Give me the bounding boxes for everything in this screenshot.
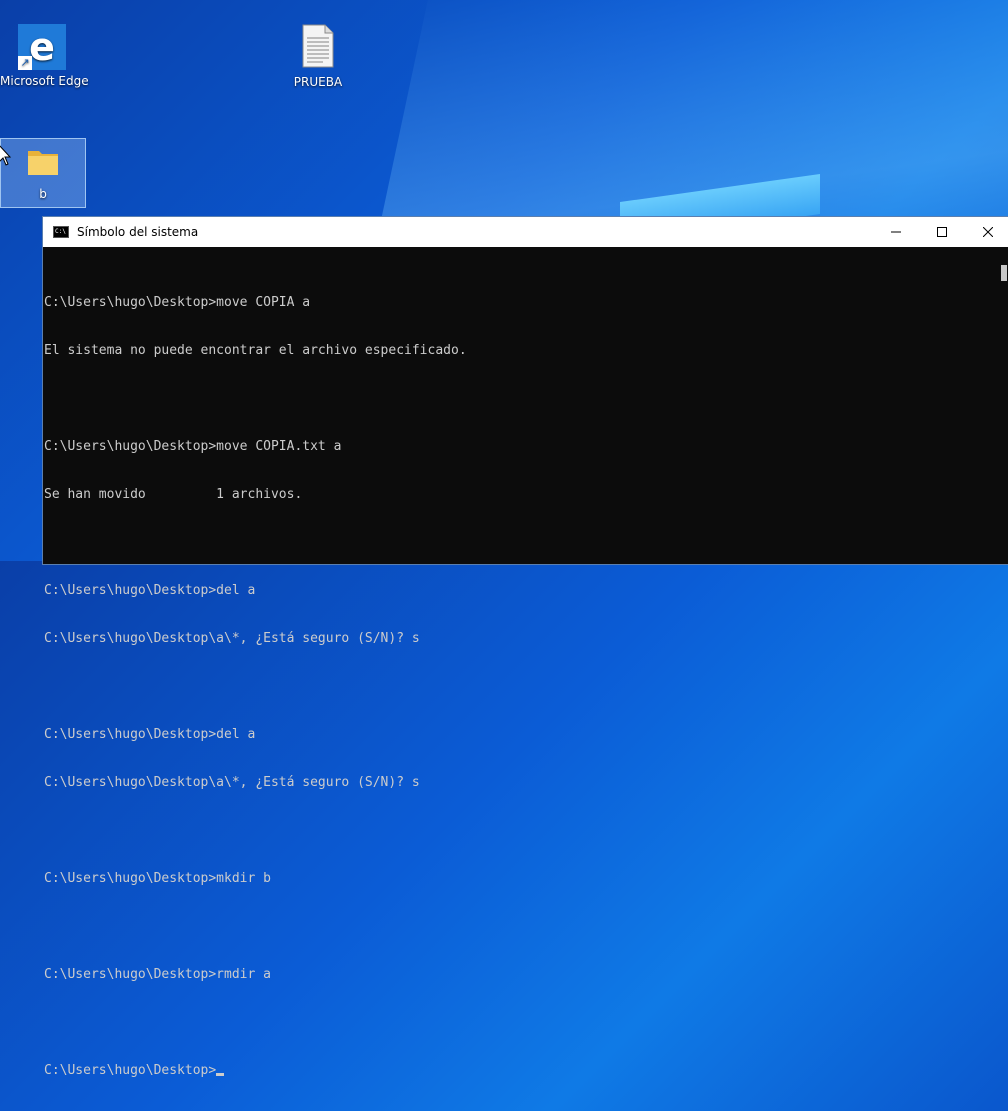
close-icon bbox=[983, 227, 993, 237]
console-output[interactable]: C:\Users\hugo\Desktop>move COPIA a El si… bbox=[43, 247, 1008, 1111]
desktop-icon-prueba[interactable]: PRUEBA bbox=[276, 24, 360, 89]
maximize-button[interactable] bbox=[919, 217, 965, 247]
console-line: Se han movido 1 archivos. bbox=[44, 487, 303, 502]
scrollbar-thumb[interactable] bbox=[1001, 265, 1007, 281]
minimize-button[interactable] bbox=[873, 217, 919, 247]
close-button[interactable] bbox=[965, 217, 1008, 247]
desktop-icon-label: b bbox=[39, 187, 47, 201]
console-line: C:\Users\hugo\Desktop\a\*, ¿Está seguro … bbox=[44, 775, 420, 790]
edge-icon: e ↗ bbox=[18, 24, 66, 70]
text-cursor bbox=[216, 1073, 225, 1076]
folder-icon bbox=[28, 151, 58, 175]
maximize-icon bbox=[937, 227, 947, 237]
mouse-pointer-icon bbox=[0, 145, 12, 166]
command-prompt-window[interactable]: Símbolo del sistema C:\Users\hugo\Deskto… bbox=[42, 216, 1008, 1078]
console-line: C:\Users\hugo\Desktop>move COPIA a bbox=[44, 295, 311, 310]
desktop-icon-edge[interactable]: e ↗ Microsoft Edge bbox=[0, 24, 89, 88]
cmd-icon bbox=[53, 226, 69, 238]
shortcut-arrow-icon: ↗ bbox=[18, 56, 32, 70]
text-document-icon bbox=[302, 24, 334, 68]
desktop-icon-label: Microsoft Edge bbox=[0, 74, 89, 88]
console-line: C:\Users\hugo\Desktop>rmdir a bbox=[44, 967, 271, 982]
console-line: C:\Users\hugo\Desktop>del a bbox=[44, 583, 256, 598]
desktop-icon-b[interactable]: b bbox=[0, 138, 86, 208]
console-line: C:\Users\hugo\Desktop\a\*, ¿Está seguro … bbox=[44, 631, 420, 646]
console-line: C:\Users\hugo\Desktop>mkdir b bbox=[44, 871, 271, 886]
console-prompt: C:\Users\hugo\Desktop> bbox=[44, 1063, 217, 1078]
console-line: C:\Users\hugo\Desktop>del a bbox=[44, 727, 256, 742]
console-line: C:\Users\hugo\Desktop>move COPIA.txt a bbox=[44, 439, 342, 454]
window-title: Símbolo del sistema bbox=[77, 225, 199, 239]
minimize-icon bbox=[891, 231, 901, 233]
desktop-icon-label: PRUEBA bbox=[293, 75, 343, 89]
console-prompt-line[interactable]: C:\Users\hugo\Desktop> bbox=[44, 1063, 1008, 1079]
console-line: El sistema no puede encontrar el archivo… bbox=[44, 343, 467, 358]
title-bar[interactable]: Símbolo del sistema bbox=[43, 217, 1008, 247]
